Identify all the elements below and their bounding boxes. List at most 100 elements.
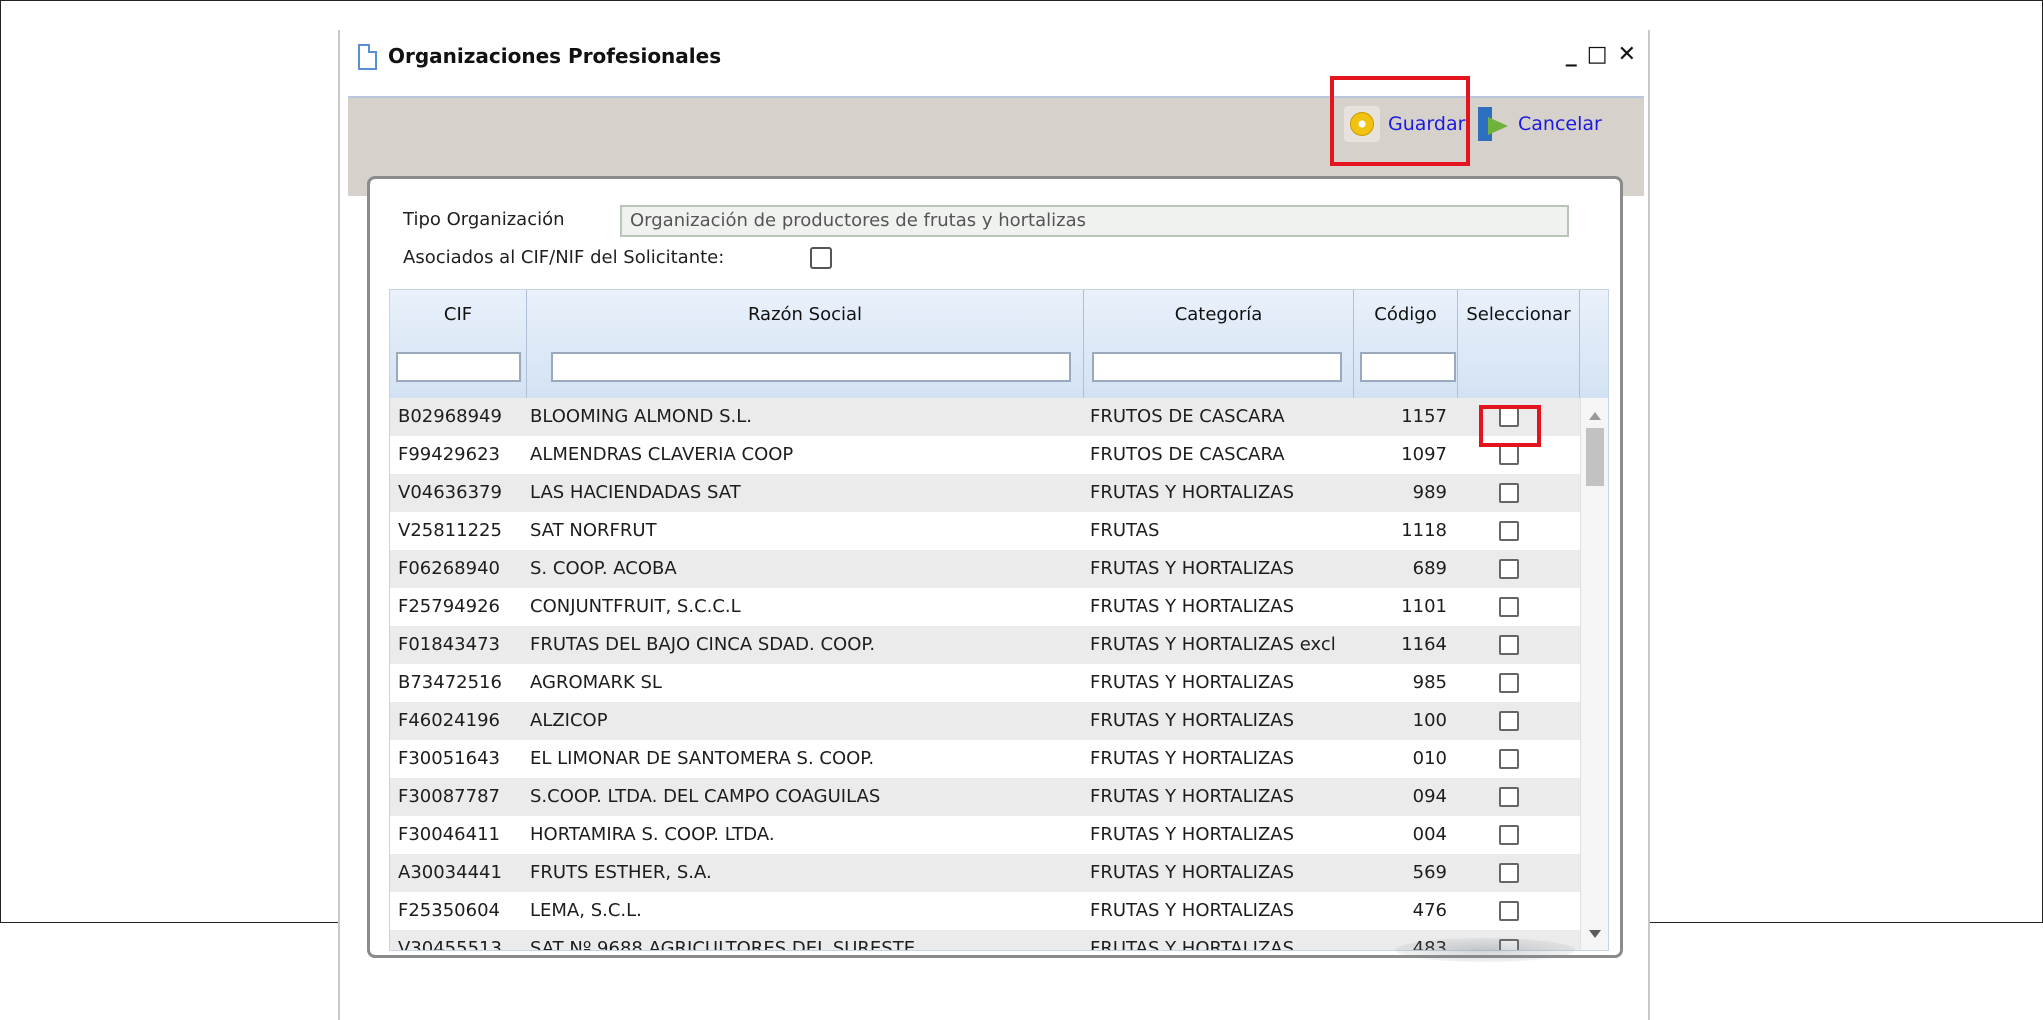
- filter-cif-input[interactable]: [396, 352, 521, 382]
- panel-shadow: [1395, 938, 1575, 962]
- table-row[interactable]: F99429623 ALMENDRAS CLAVERIA COOP FRUTOS D…: [390, 436, 1580, 474]
- scroll-thumb[interactable]: [1586, 428, 1604, 486]
- categoria-cell: FRUTAS Y HORTALIZAS: [1090, 938, 1295, 951]
- table-row[interactable]: F25794926 CONJUNTFRUIT, S.C.C.L FRUTAS Y H…: [390, 588, 1580, 626]
- select-checkbox[interactable]: [1499, 711, 1519, 731]
- cif-cell: F25794926: [398, 596, 500, 617]
- cancel-button[interactable]: Cancelar: [1474, 104, 1602, 144]
- save-disk-icon: [1344, 106, 1380, 142]
- select-checkbox[interactable]: [1499, 445, 1519, 465]
- select-checkbox[interactable]: [1499, 673, 1519, 693]
- select-checkbox[interactable]: [1499, 597, 1519, 617]
- column-title-seleccionar: Seleccionar: [1466, 304, 1571, 325]
- table-row[interactable]: F01843473 FRUTAS DEL BAJO CINCA SDAD. COO…: [390, 626, 1580, 664]
- codigo-cell: 1118: [1401, 520, 1447, 541]
- column-title-razon-social: Razón Social: [747, 304, 863, 325]
- table-row[interactable]: B73472516 AGROMARK SL FRUTAS Y HORTALIZAS 9…: [390, 664, 1580, 702]
- save-button[interactable]: Guardar: [1344, 104, 1465, 144]
- cif-cell: F30087787: [398, 786, 500, 807]
- cif-cell: V30455513: [398, 938, 502, 951]
- column-header-razon-social[interactable]: Razón Social: [527, 290, 1084, 398]
- select-checkbox[interactable]: [1499, 863, 1519, 883]
- codigo-cell: 689: [1412, 558, 1447, 579]
- column-header-codigo[interactable]: Código: [1354, 290, 1458, 398]
- razon-social-cell: FRUTAS DEL BAJO CINCA SDAD. COOP.: [530, 634, 876, 655]
- select-checkbox[interactable]: [1499, 749, 1519, 769]
- codigo-cell: 1164: [1401, 634, 1447, 655]
- exit-door-icon: [1474, 107, 1512, 141]
- cif-cell: F30051643: [398, 748, 500, 769]
- tipo-organizacion-field[interactable]: Organización de productores de frutas y …: [620, 205, 1569, 237]
- document-icon: [358, 44, 377, 70]
- razon-social-cell: FRUTS ESTHER, S.A.: [530, 862, 712, 883]
- codigo-cell: 569: [1412, 862, 1447, 883]
- column-header-cif[interactable]: CIF: [390, 290, 527, 398]
- categoria-cell: FRUTAS Y HORTALIZAS: [1090, 672, 1295, 693]
- select-checkbox[interactable]: [1499, 635, 1519, 655]
- select-checkbox[interactable]: [1499, 559, 1519, 579]
- categoria-cell: FRUTAS Y HORTALIZAS: [1090, 862, 1295, 883]
- cif-cell: V25811225: [398, 520, 502, 541]
- codigo-cell: 004: [1412, 824, 1447, 845]
- maximize-icon[interactable]: □: [1587, 42, 1608, 68]
- select-checkbox[interactable]: [1499, 407, 1519, 427]
- codigo-cell: 476: [1412, 900, 1447, 921]
- table-row[interactable]: F30087787 S.COOP. LTDA. DEL CAMPO COAGUIL…: [390, 778, 1580, 816]
- codigo-cell: 1101: [1401, 596, 1447, 617]
- table-row[interactable]: F46024196 ALZICOP FRUTAS Y HORTALIZAS 100: [390, 702, 1580, 740]
- select-checkbox[interactable]: [1499, 787, 1519, 807]
- cif-cell: B02968949: [398, 406, 502, 427]
- select-checkbox[interactable]: [1499, 825, 1519, 845]
- tipo-organizacion-label: Tipo Organización: [403, 209, 565, 230]
- select-checkbox[interactable]: [1499, 901, 1519, 921]
- filter-categoria-input[interactable]: [1092, 352, 1342, 382]
- razon-social-cell: CONJUNTFRUIT, S.C.C.L: [530, 596, 741, 617]
- cif-cell: F99429623: [398, 444, 500, 465]
- cif-cell: B73472516: [398, 672, 502, 693]
- categoria-cell: FRUTAS Y HORTALIZAS: [1090, 786, 1295, 807]
- codigo-cell: 094: [1412, 786, 1447, 807]
- codigo-cell: 1157: [1401, 406, 1447, 427]
- organizations-grid: CIF Razón Social Categoría Código Selecc…: [389, 289, 1609, 951]
- filter-codigo-input[interactable]: [1360, 352, 1456, 382]
- scroll-down-arrow-icon[interactable]: [1589, 930, 1601, 938]
- column-title-cif: CIF: [443, 304, 473, 325]
- categoria-cell: FRUTAS Y HORTALIZAS: [1090, 824, 1295, 845]
- categoria-cell: FRUTOS DE CASCARA: [1090, 406, 1285, 427]
- filter-razon-social-input[interactable]: [551, 352, 1071, 382]
- codigo-cell: 989: [1412, 482, 1447, 503]
- asociados-checkbox[interactable]: [810, 247, 832, 269]
- razon-social-cell: BLOOMING ALMOND S.L.: [530, 406, 753, 427]
- categoria-cell: FRUTAS: [1090, 520, 1160, 541]
- razon-social-cell: ALZICOP: [530, 710, 608, 731]
- table-row[interactable]: F06268940 S. COOP. ACOBA FRUTAS Y HORTALIZ…: [390, 550, 1580, 588]
- form-panel: Tipo Organización Organización de produc…: [367, 176, 1623, 958]
- select-checkbox[interactable]: [1499, 521, 1519, 541]
- codigo-cell: 1097: [1401, 444, 1447, 465]
- table-row[interactable]: A30034441 FRUTS ESTHER, S.A. FRUTAS Y HORT…: [390, 854, 1580, 892]
- table-row[interactable]: F30051643 EL LIMONAR DE SANTOMERA S. COOP…: [390, 740, 1580, 778]
- razon-social-cell: EL LIMONAR DE SANTOMERA S. COOP.: [530, 748, 875, 769]
- table-row[interactable]: B02968949 BLOOMING ALMOND S.L. FRUTOS DE C…: [390, 398, 1580, 436]
- select-checkbox[interactable]: [1499, 483, 1519, 503]
- window-controls: _ □ ✕: [1566, 42, 1636, 68]
- razon-social-cell: SAT NORFRUT: [530, 520, 657, 541]
- minimize-icon[interactable]: _: [1566, 42, 1577, 68]
- table-row[interactable]: F25350604 LEMA, S.C.L. FRUTAS Y HORTALIZAS…: [390, 892, 1580, 930]
- categoria-cell: FRUTAS Y HORTALIZAS: [1090, 710, 1295, 731]
- codigo-cell: 010: [1412, 748, 1447, 769]
- column-header-categoria[interactable]: Categoría: [1084, 290, 1354, 398]
- close-icon[interactable]: ✕: [1618, 42, 1636, 68]
- table-row[interactable]: V25811225 SAT NORFRUT FRUTAS 1118: [390, 512, 1580, 550]
- categoria-cell: FRUTOS DE CASCARA: [1090, 444, 1285, 465]
- column-header-seleccionar: Seleccionar: [1458, 290, 1580, 398]
- scroll-up-arrow-icon[interactable]: [1589, 412, 1601, 420]
- table-row[interactable]: F30046411 HORTAMIRA S. COOP. LTDA. FRUTAS …: [390, 816, 1580, 854]
- cif-cell: A30034441: [398, 862, 502, 883]
- asociados-label: Asociados al CIF/NIF del Solicitante:: [403, 247, 725, 268]
- grid-vertical-scrollbar[interactable]: [1580, 398, 1608, 950]
- razon-social-cell: ALMENDRAS CLAVERIA COOP: [530, 444, 794, 465]
- cif-cell: F01843473: [398, 634, 500, 655]
- razon-social-cell: LEMA, S.C.L.: [530, 900, 642, 921]
- table-row[interactable]: V04636379 LAS HACIENDADAS SAT FRUTAS Y HOR…: [390, 474, 1580, 512]
